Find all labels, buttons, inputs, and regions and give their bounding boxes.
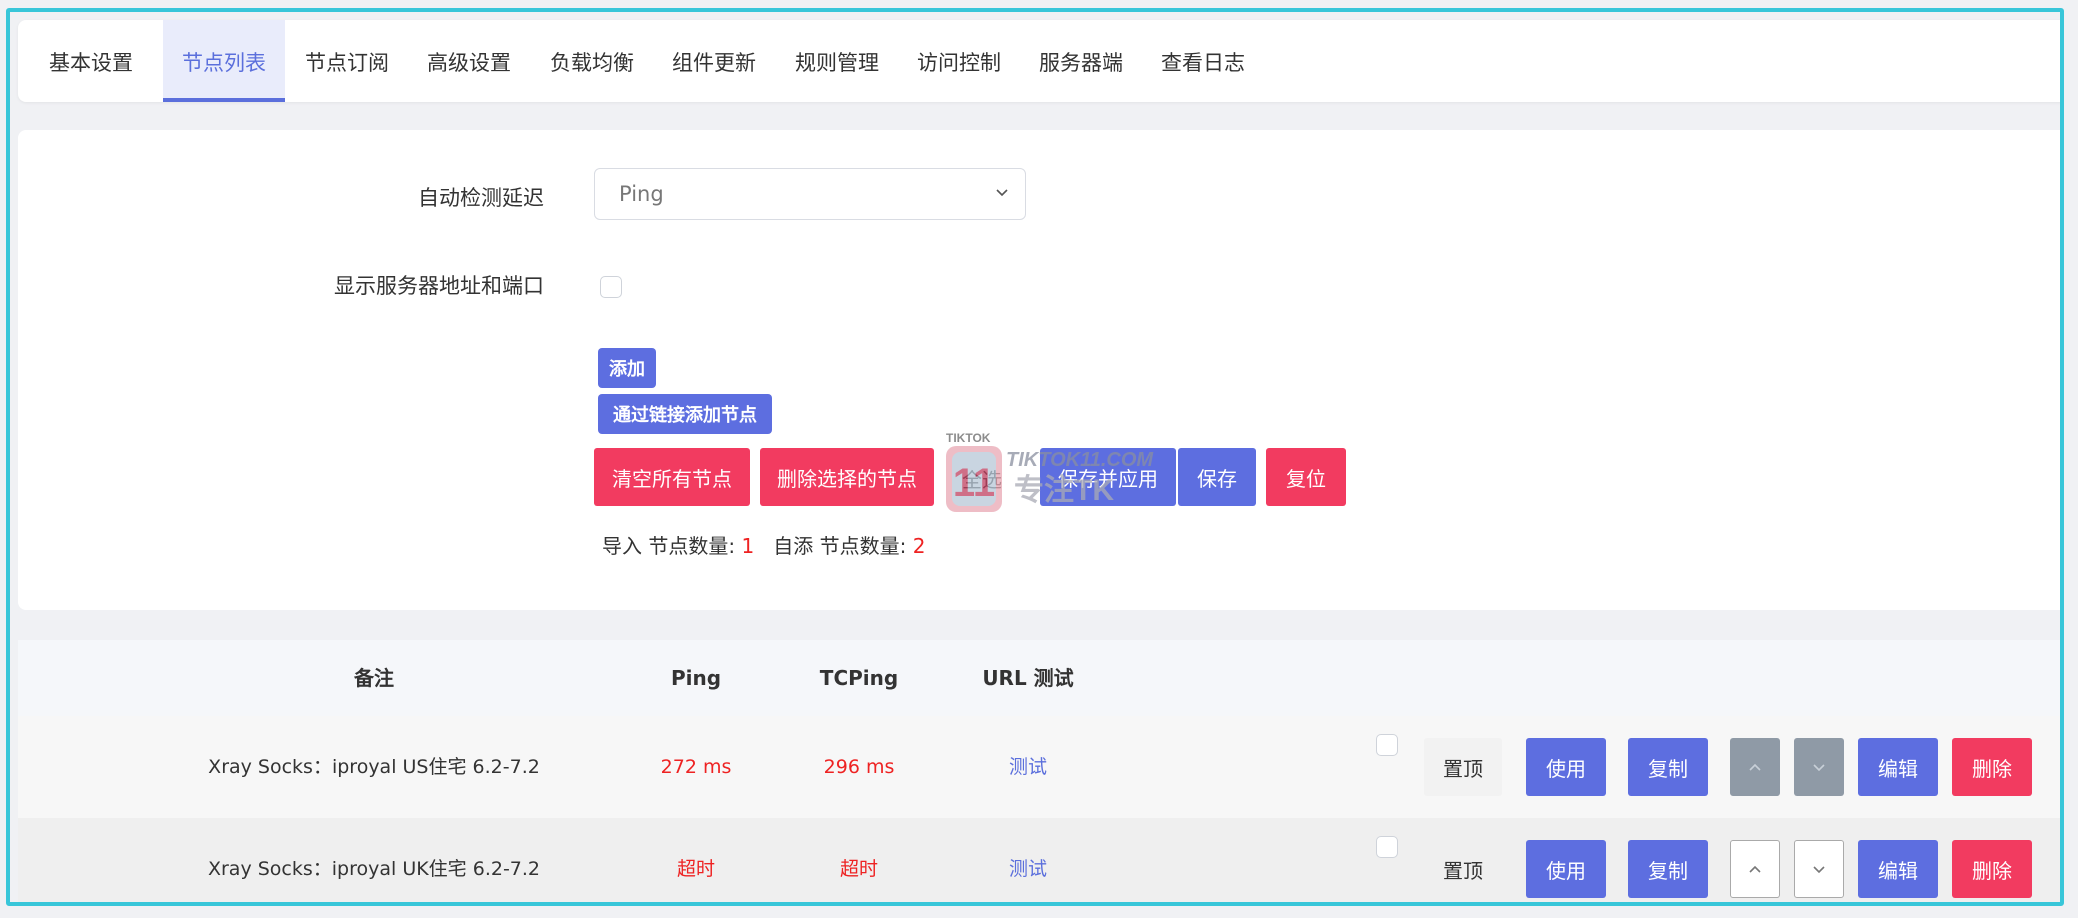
auto-latency-label: 自动检测延迟 — [418, 186, 544, 210]
row-ping: 272 ms — [660, 756, 732, 778]
move-down-button[interactable] — [1794, 840, 1844, 898]
custom-count-value: 2 — [912, 534, 926, 558]
chevron-up-icon — [1749, 763, 1761, 771]
tab-bar: 基本设置 节点列表 节点订阅 高级设置 负载均衡 组件更新 规则管理 访问控制 … — [18, 20, 2060, 102]
settings-card: 自动检测延迟 Ping 显示服务器地址和端口 添加 通过链接添加节点 清空所有节… — [18, 130, 2060, 610]
custom-count-label: 自添 节点数量: — [773, 534, 907, 558]
copy-button[interactable]: 复制 — [1628, 738, 1708, 796]
table-row: Xray Socks：iproyal US住宅 6.2-7.2 272 ms 2… — [18, 716, 2060, 819]
show-address-label: 显示服务器地址和端口 — [334, 274, 544, 298]
column-url-test: URL 测试 — [982, 666, 1074, 690]
app-frame: 基本设置 节点列表 节点订阅 高级设置 负载均衡 组件更新 规则管理 访问控制 … — [6, 8, 2064, 906]
chevron-down-icon — [996, 189, 1008, 197]
move-up-button[interactable] — [1730, 840, 1780, 898]
chevron-down-icon — [1813, 866, 1825, 874]
watermark-brand: TIKTOK — [946, 432, 991, 445]
use-button[interactable]: 使用 — [1526, 840, 1606, 898]
row-ping: 超时 — [676, 858, 715, 880]
row-select-checkbox[interactable] — [1376, 734, 1398, 756]
row-url-test-link[interactable]: 测试 — [948, 716, 1108, 818]
import-count-value: 1 — [741, 534, 755, 558]
row-tcping: 296 ms — [823, 756, 895, 778]
tab-node-subscription[interactable]: 节点订阅 — [294, 20, 400, 102]
chevron-down-icon — [1813, 764, 1825, 772]
copy-button[interactable]: 复制 — [1628, 840, 1708, 898]
delete-button[interactable]: 删除 — [1952, 738, 2032, 796]
row-remark: Xray Socks：iproyal US住宅 6.2-7.2 — [208, 756, 540, 778]
chevron-up-icon — [1749, 865, 1761, 873]
edit-button[interactable]: 编辑 — [1858, 840, 1938, 898]
add-button[interactable]: 添加 — [598, 348, 656, 388]
column-remark: 备注 — [354, 666, 394, 690]
import-count-label: 导入 节点数量: — [602, 534, 736, 558]
auto-latency-value: Ping — [619, 182, 664, 206]
watermark-logo: 11 TIKTOK TIKTOK11.COM 专注TK — [946, 432, 1154, 512]
column-tcping: TCPing — [819, 666, 899, 690]
watermark-tagline: 专注TK — [1014, 474, 1114, 507]
auto-latency-select[interactable]: Ping — [594, 168, 1026, 220]
table-header: 备注 Ping TCPing URL 测试 — [18, 640, 2060, 717]
show-address-checkbox[interactable] — [600, 276, 622, 298]
clear-all-nodes-button[interactable]: 清空所有节点 — [594, 448, 750, 506]
tab-server-side[interactable]: 服务器端 — [1028, 20, 1134, 102]
tab-basic-settings[interactable]: 基本设置 — [38, 20, 144, 102]
watermark-site: TIKTOK11.COM — [1006, 449, 1154, 471]
add-by-link-button[interactable]: 通过链接添加节点 — [598, 394, 772, 434]
pin-top-button[interactable]: 置顶 — [1424, 738, 1502, 796]
move-down-button[interactable] — [1794, 738, 1844, 796]
reset-button[interactable]: 复位 — [1266, 448, 1346, 506]
use-button[interactable]: 使用 — [1526, 738, 1606, 796]
tab-component-update[interactable]: 组件更新 — [661, 20, 767, 102]
row-tcping: 超时 — [839, 858, 878, 880]
row-select-checkbox[interactable] — [1376, 836, 1398, 858]
row-url-test-link[interactable]: 测试 — [948, 818, 1108, 902]
tab-node-list[interactable]: 节点列表 — [163, 20, 285, 102]
column-ping: Ping — [670, 666, 722, 690]
pin-top-button[interactable]: 置顶 — [1424, 840, 1502, 898]
row-remark: Xray Socks：iproyal UK住宅 6.2-7.2 — [207, 858, 541, 880]
tab-rule-management[interactable]: 规则管理 — [784, 20, 890, 102]
delete-selected-nodes-button[interactable]: 删除选择的节点 — [760, 448, 934, 506]
tab-advanced-settings[interactable]: 高级设置 — [416, 20, 522, 102]
table-row: Xray Socks：iproyal UK住宅 6.2-7.2 超时 超时 测试… — [18, 818, 2060, 902]
edit-button[interactable]: 编辑 — [1858, 738, 1938, 796]
tab-access-control[interactable]: 访问控制 — [906, 20, 1012, 102]
svg-text:11: 11 — [953, 461, 995, 505]
tab-view-logs[interactable]: 查看日志 — [1150, 20, 1256, 102]
save-button[interactable]: 保存 — [1178, 448, 1256, 506]
tab-load-balance[interactable]: 负载均衡 — [539, 20, 645, 102]
delete-button[interactable]: 删除 — [1952, 840, 2032, 898]
move-up-button[interactable] — [1730, 738, 1780, 796]
node-counts: 导入 节点数量: 1 自添 节点数量: 2 — [602, 530, 925, 559]
